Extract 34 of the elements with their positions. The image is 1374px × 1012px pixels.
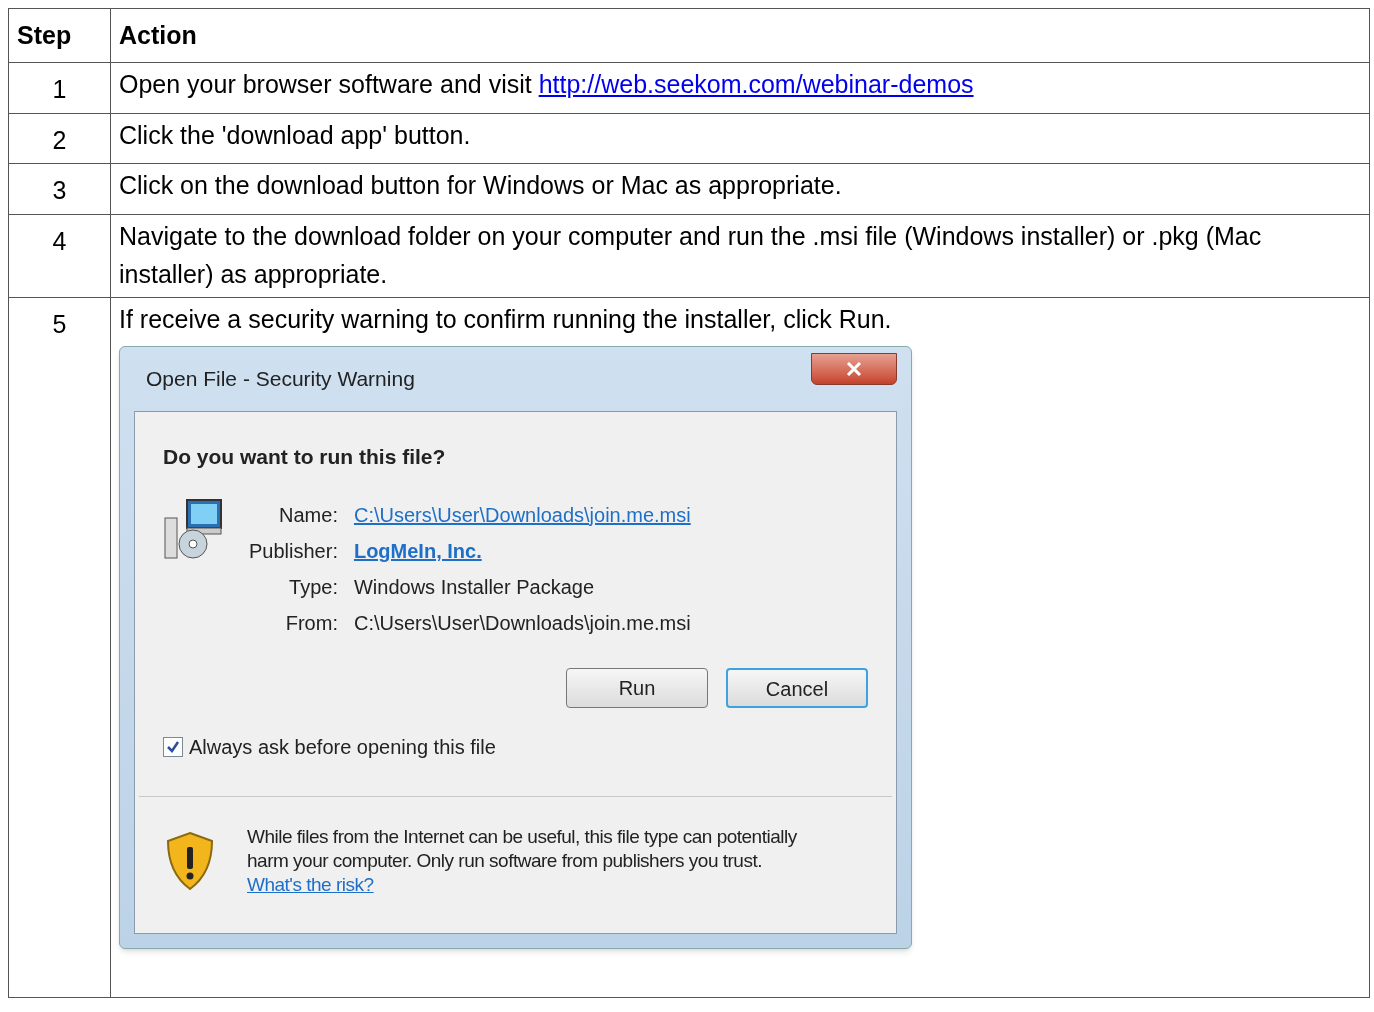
step-number: 5 bbox=[52, 309, 67, 338]
step-instruction: Open your browser software and visit http://web.seekom.com/webinar-demos bbox=[119, 69, 975, 100]
checkbox[interactable] bbox=[163, 736, 183, 757]
field-label: Type: bbox=[288, 574, 338, 600]
step-number: 3 bbox=[52, 176, 67, 204]
field-link[interactable]: C:\Users\User\Downloads\join.me.msi bbox=[353, 501, 691, 528]
field-link[interactable]: LogMeIn, Inc. bbox=[353, 537, 691, 564]
field-value: Windows Installer Package bbox=[353, 574, 596, 600]
website-link[interactable]: http://web.seekom.com/webinar-demos bbox=[538, 70, 974, 98]
field-label: From: bbox=[284, 610, 338, 636]
checkbox-label: Always ask before opening this file bbox=[189, 734, 496, 760]
dialog-button[interactable]: Run bbox=[566, 667, 708, 708]
field-label: Publisher: bbox=[249, 538, 338, 564]
close-button[interactable] bbox=[811, 352, 897, 385]
risk-link[interactable]: What's the risk? bbox=[247, 873, 374, 895]
dialog-button[interactable]: Cancel bbox=[726, 667, 868, 708]
dialog-title: Open File - Security Warning bbox=[145, 368, 415, 389]
field-value: C:\Users\User\Downloads\join.me.msi bbox=[353, 610, 691, 636]
warning-shield-icon bbox=[165, 830, 215, 891]
step-number: 4 bbox=[52, 226, 67, 255]
field-label: Name: bbox=[278, 502, 338, 528]
checkmark-icon bbox=[166, 739, 180, 754]
close-icon bbox=[846, 361, 862, 376]
column-header: Step bbox=[8, 8, 111, 63]
step-instruction: If receive a security warning to confirm running the installer, click Run. bbox=[119, 303, 893, 335]
step-instruction: Navigate to the download folder on your computer and run the .msi file (Windows installer) or .pkg (Mac installer) as appropriate. bbox=[119, 220, 1263, 290]
installer-icon bbox=[163, 497, 225, 560]
step-instruction: Click the 'download app' button. bbox=[119, 119, 472, 151]
step-number: 1 bbox=[52, 75, 67, 103]
column-header: Action bbox=[110, 8, 1370, 63]
dialog-heading: Do you want to run this file? bbox=[163, 443, 447, 470]
step-number: 2 bbox=[52, 125, 67, 154]
warning-text: While files from the Internet can be useful, this file type can potentially harm your computer. Only run software from publishers you trust. What's the risk? bbox=[247, 824, 798, 897]
step-instruction: Click on the download button for Windows or Mac as appropriate. bbox=[119, 170, 843, 201]
